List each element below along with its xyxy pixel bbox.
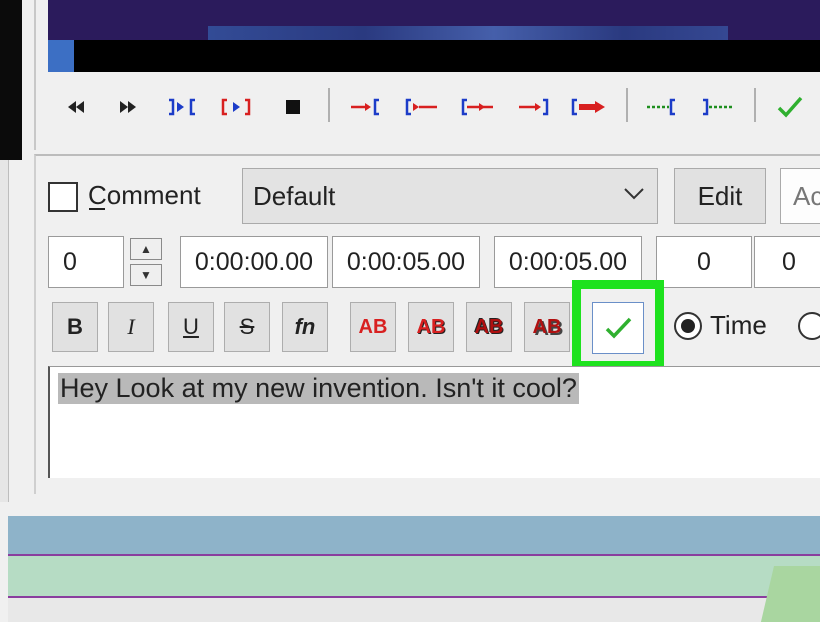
subtitle-text-editor[interactable]: Hey Look at my new invention. Isn't it c… [48, 366, 820, 478]
play-after-start-icon[interactable] [404, 94, 440, 120]
edit-style-button[interactable]: Edit [674, 168, 766, 224]
toolbar-divider [626, 88, 628, 122]
layer-stepper[interactable]: ▲ ▼ [130, 238, 164, 286]
set-end-icon[interactable] [700, 94, 736, 120]
stop-icon[interactable] [282, 94, 304, 120]
timeline-track [8, 516, 820, 554]
playhead-marker[interactable] [48, 40, 74, 72]
style-dropdown-value: Default [253, 181, 336, 211]
rewind-icon[interactable] [64, 94, 88, 120]
track-footer [8, 598, 820, 622]
margin-left-field[interactable]: 0 [656, 236, 752, 288]
start-time-field[interactable]: 0:00:00.00 [180, 236, 328, 288]
comment-label: Comment [88, 180, 201, 210]
video-area-edge [0, 0, 22, 160]
layer-field[interactable]: 0 [48, 236, 124, 288]
font-button[interactable]: fn [282, 302, 328, 352]
commit-button[interactable] [592, 302, 644, 354]
play-selection-icon[interactable] [166, 94, 200, 120]
subtitle-track [8, 556, 820, 596]
waveform-signal [208, 26, 728, 40]
strikeout-button[interactable]: S [224, 302, 270, 352]
forward-icon[interactable] [116, 94, 140, 120]
play-before-end-icon[interactable] [460, 94, 496, 120]
audio-timeline[interactable] [48, 40, 820, 72]
play-before-start-icon[interactable] [348, 94, 384, 120]
outline-color-button[interactable]: AB [466, 302, 512, 352]
radio-selected-dot [681, 319, 695, 333]
stepper-down-icon[interactable]: ▼ [130, 264, 162, 286]
bold-button[interactable]: B [52, 302, 98, 352]
shadow-color-button[interactable]: AB [524, 302, 570, 352]
commit-checkmark-icon[interactable] [774, 94, 806, 120]
left-panel-edge [0, 160, 9, 502]
toolbar-divider [754, 88, 756, 122]
frame-radio[interactable] [798, 312, 820, 340]
app-window: Comment Default Edit Ac 0 ▲ ▼ 0:00:00.00… [0, 0, 820, 622]
comment-accelerator-underline [89, 208, 105, 210]
secondary-color-button[interactable]: AB [408, 302, 454, 352]
audio-waveform[interactable] [48, 0, 820, 44]
audio-toolbar [48, 84, 820, 134]
toolbar-divider [328, 88, 330, 122]
actor-field[interactable]: Ac [780, 168, 820, 224]
set-start-icon[interactable] [644, 94, 680, 120]
stepper-up-icon[interactable]: ▲ [130, 238, 162, 260]
play-to-end-icon[interactable] [570, 94, 610, 120]
subtitle-text: Hey Look at my new invention. Isn't it c… [58, 373, 579, 404]
chevron-down-icon [624, 188, 644, 200]
time-label: Time [710, 310, 767, 340]
italic-button[interactable]: I [108, 302, 154, 352]
time-radio[interactable] [674, 312, 702, 340]
end-time-field[interactable]: 0:00:05.00 [332, 236, 480, 288]
margin-right-field[interactable]: 0 [754, 236, 820, 288]
play-after-end-icon[interactable] [516, 94, 552, 120]
style-dropdown[interactable]: Default [242, 168, 658, 224]
checkmark-icon [605, 317, 632, 339]
comment-checkbox[interactable] [48, 182, 78, 212]
underline-button[interactable]: U [168, 302, 214, 352]
play-selection-red-icon[interactable] [220, 94, 254, 120]
primary-color-button[interactable]: AB [350, 302, 396, 352]
